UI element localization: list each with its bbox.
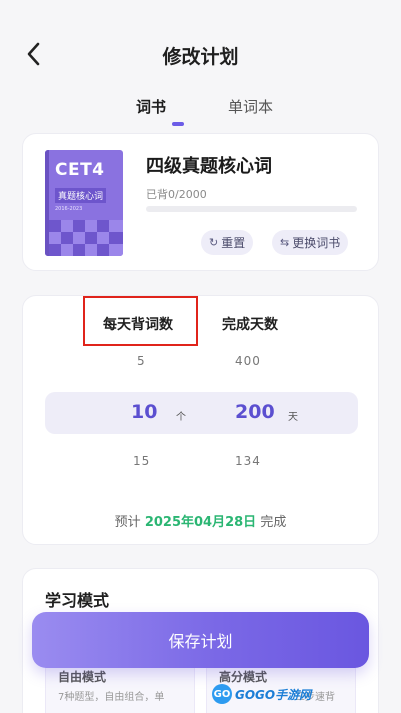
days-selected-value[interactable]: 200: [235, 401, 275, 423]
mode-name: 自由模式: [58, 670, 107, 684]
watermark: GO GOGO手游网: [212, 684, 311, 704]
cover-subtitle: 真题核心词: [55, 188, 107, 203]
picker-selection-band: [45, 392, 358, 434]
tab-vocab-notebook[interactable]: 单词本: [228, 96, 273, 117]
days-option-below[interactable]: 134: [235, 454, 261, 468]
refresh-icon: ↻: [209, 236, 219, 249]
progress-text: 已背0/2000: [146, 188, 207, 201]
reset-label: 重置: [221, 236, 246, 250]
study-mode-title: 学习模式: [45, 591, 110, 610]
mode-desc: 7种题型，自由组合，单: [58, 692, 165, 703]
daily-words-header: 每天背词数: [103, 317, 173, 333]
words-option-above[interactable]: 5: [137, 354, 146, 368]
book-cover: CET4 真题核心词 2016-2023: [45, 150, 123, 256]
tab-bar: 词书 单词本: [0, 92, 401, 132]
cover-title: CET4: [55, 160, 105, 180]
save-plan-button[interactable]: 保存计划: [32, 612, 369, 668]
plan-card: 每天背词数 完成天数 5 400 10 个 200 天 15 134 预计 20…: [22, 295, 379, 545]
progress-bar: [146, 206, 357, 212]
estimate-date: 2025年04月28日: [144, 515, 257, 530]
estimate-prefix: 预计: [114, 515, 141, 530]
page-title: 修改计划: [162, 46, 239, 68]
mode-option-free[interactable]: 自由模式 7种题型，自由组合，单: [45, 661, 195, 713]
header: 修改计划: [0, 0, 401, 90]
book-name: 四级真题核心词: [146, 156, 272, 177]
days-option-above[interactable]: 400: [235, 354, 261, 368]
reset-button[interactable]: ↻ 重置: [201, 230, 254, 255]
cover-years: 2016-2023: [55, 206, 83, 212]
days-header: 完成天数: [222, 317, 278, 333]
cover-pattern: [49, 220, 123, 256]
words-option-below[interactable]: 15: [133, 454, 150, 468]
words-unit: 个: [176, 412, 186, 423]
swap-icon: ⇆: [280, 236, 290, 249]
words-selected-value[interactable]: 10: [131, 401, 157, 423]
watermark-logo-icon: GO: [212, 684, 232, 704]
change-book-label: 更换词书: [292, 236, 341, 250]
change-book-button[interactable]: ⇆ 更换词书: [272, 230, 349, 255]
book-card: CET4 真题核心词 2016-2023 四级真题核心词 已背0/2000 ↻ …: [22, 133, 379, 271]
estimate-suffix: 完成: [260, 515, 287, 530]
tab-wordbook[interactable]: 词书: [136, 96, 166, 117]
active-tab-indicator: [172, 122, 184, 126]
days-unit: 天: [288, 412, 298, 423]
watermark-text: GOGO手游网: [235, 687, 312, 702]
completion-estimate: 预计 2025年04月28日 完成: [23, 511, 378, 530]
mode-name: 高分模式: [219, 670, 268, 684]
